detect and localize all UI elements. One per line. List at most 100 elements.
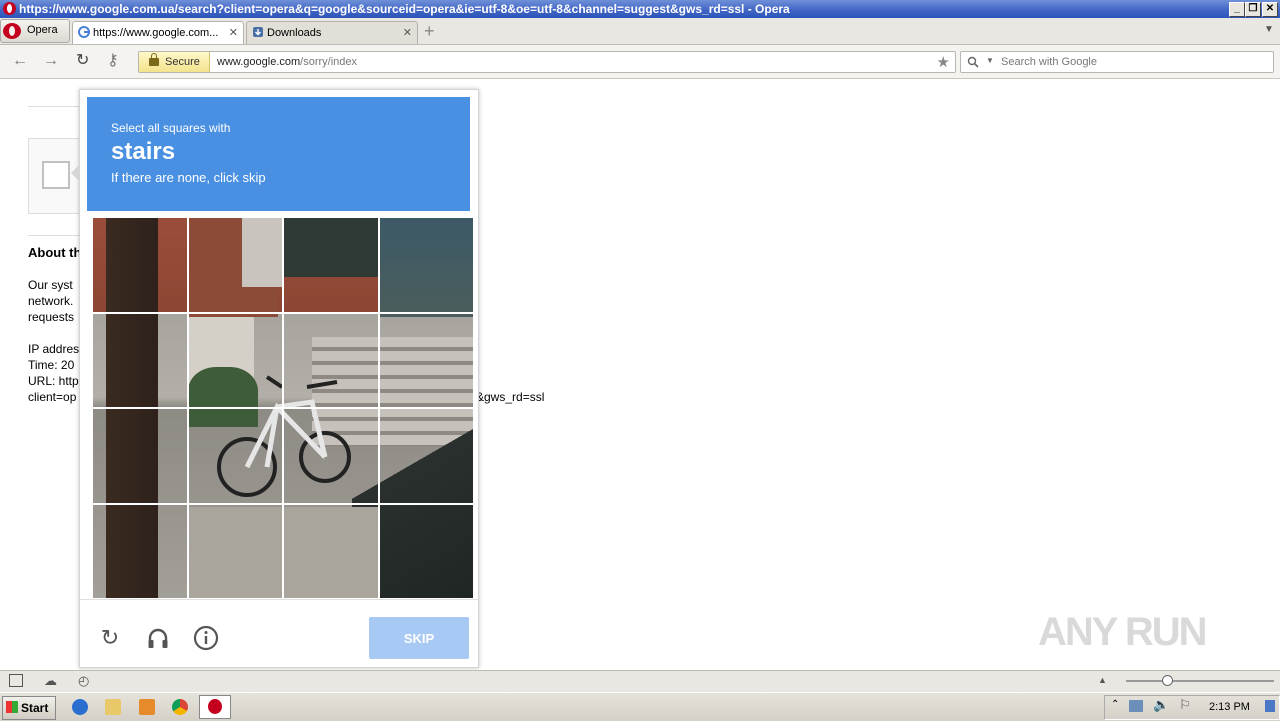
downloads-icon: [253, 27, 263, 37]
windows-taskbar: Start ⌃ 🔈 ⚐ 2:13 PM: [0, 692, 1280, 721]
start-button[interactable]: Start: [2, 696, 56, 720]
page-text-line: Our syst: [28, 278, 73, 292]
captcha-hint: If there are none, click skip: [111, 170, 266, 185]
search-field[interactable]: ▼ Search with Google: [960, 51, 1274, 73]
bookmark-star-icon[interactable]: ★: [937, 53, 950, 71]
skip-button[interactable]: SKIP: [369, 617, 469, 659]
captcha-tile-16[interactable]: [378, 503, 474, 599]
info-icon[interactable]: [193, 625, 219, 651]
url-path: /sorry/index: [300, 56, 358, 68]
audio-challenge-icon[interactable]: [145, 625, 171, 651]
captcha-tile-10[interactable]: [187, 408, 283, 504]
address-field[interactable]: Secure www.google.com/sorry/index ★: [138, 51, 956, 73]
network-icon[interactable]: [1129, 700, 1143, 712]
browser-status-bar: ☁ ◴ ▲: [0, 670, 1280, 693]
captcha-target: stairs: [111, 138, 176, 165]
search-icon: [967, 56, 979, 68]
tab-bar: Opera https://www.google.com... ✕ Downlo…: [0, 18, 1280, 45]
opera-logo-icon: [3, 23, 21, 39]
tab-google[interactable]: https://www.google.com... ✕: [72, 21, 244, 44]
explorer-folder-icon[interactable]: [105, 699, 121, 715]
lock-icon: [149, 53, 159, 66]
close-window-button[interactable]: ✕: [1262, 2, 1278, 17]
captcha-tile-13[interactable]: [92, 503, 188, 599]
volume-icon[interactable]: 🔈: [1153, 697, 1169, 713]
reload-icon[interactable]: ↻: [76, 53, 89, 69]
url-domain: www.google.com: [217, 56, 301, 68]
captcha-instruction: Select all squares with: [111, 121, 231, 135]
captcha-tile-6[interactable]: [187, 312, 283, 408]
zoom-slider[interactable]: [1126, 680, 1274, 682]
captcha-tile-8[interactable]: [378, 312, 474, 408]
key-icon[interactable]: ⚷: [107, 53, 119, 69]
window-title: https://www.google.com.ua/search?client=…: [19, 2, 790, 16]
ip-address-line: IP addres: [28, 342, 80, 356]
captcha-tile-9[interactable]: [92, 408, 188, 504]
secure-badge[interactable]: Secure: [139, 52, 210, 72]
window-titlebar: https://www.google.com.ua/search?client=…: [0, 0, 1280, 18]
anyrun-watermark: ANY RUN: [1038, 610, 1208, 654]
forward-icon[interactable]: →: [43, 53, 59, 69]
captcha-image-grid: [92, 217, 474, 599]
captcha-tile-15[interactable]: [283, 503, 379, 599]
page-divider: [28, 235, 80, 236]
time-line: Time: 20: [28, 358, 75, 372]
close-tab-icon[interactable]: ✕: [403, 26, 412, 39]
maximize-button[interactable]: ❐: [1245, 2, 1261, 17]
opera-unite-cloud-icon[interactable]: ☁: [44, 673, 57, 689]
opera-menu-label: Opera: [27, 24, 58, 36]
chrome-icon[interactable]: [172, 699, 188, 715]
secure-label: Secure: [165, 56, 200, 68]
opera-menu-button[interactable]: Opera: [0, 19, 70, 43]
minimize-button[interactable]: _: [1229, 2, 1245, 17]
page-text-line: requests: [28, 310, 75, 324]
google-favicon-icon: [78, 26, 90, 38]
captcha-tile-3[interactable]: [283, 217, 379, 313]
url-text: www.google.com/sorry/index: [217, 56, 357, 68]
client-line: client=op: [28, 390, 77, 404]
tray-expand-icon[interactable]: ⌃: [1111, 699, 1119, 710]
captcha-tile-2[interactable]: [187, 217, 283, 313]
captcha-tile-7[interactable]: [283, 312, 379, 408]
internet-explorer-icon[interactable]: [72, 699, 88, 715]
captcha-tile-12[interactable]: [378, 408, 474, 504]
dialog-pointer: [71, 164, 80, 182]
captcha-tile-1[interactable]: [92, 217, 188, 313]
tab-downloads[interactable]: Downloads ✕: [246, 21, 418, 44]
opera-taskbar-button[interactable]: [199, 695, 231, 719]
captcha-tile-11[interactable]: [283, 408, 379, 504]
tab-menu-chevron-icon[interactable]: ▼: [1264, 24, 1274, 35]
page-text-line: network.: [28, 294, 74, 308]
tab-label: Downloads: [267, 27, 322, 39]
system-tray: ⌃ 🔈 ⚐ 2:13 PM: [1104, 695, 1280, 720]
opera-icon: [208, 699, 222, 714]
start-label: Start: [21, 701, 49, 715]
about-heading: About th: [28, 245, 82, 260]
windows-logo-icon: [6, 701, 18, 713]
speed-dial-icon[interactable]: ◴: [78, 673, 89, 689]
search-engine-dropdown-icon[interactable]: ▼: [986, 56, 994, 65]
panel-toggle-icon[interactable]: [9, 674, 23, 687]
opera-logo-icon: [3, 2, 16, 15]
captcha-header: Select all squares with stairs If there …: [87, 97, 470, 211]
page-divider: [28, 106, 80, 107]
captcha-tile-4[interactable]: [378, 217, 474, 313]
show-desktop-icon[interactable]: [1265, 700, 1275, 712]
tab-label: https://www.google.com...: [93, 27, 219, 39]
navigation-bar: ← → ↻ ⚷ Secure www.google.com/sorry/inde…: [0, 45, 1280, 79]
search-placeholder: Search with Google: [1001, 56, 1097, 68]
captcha-tile-14[interactable]: [187, 503, 283, 599]
taskbar-clock[interactable]: 2:13 PM: [1209, 701, 1250, 713]
close-tab-icon[interactable]: ✕: [229, 26, 238, 39]
action-center-flag-icon[interactable]: ⚐: [1179, 697, 1191, 713]
zoom-menu-icon[interactable]: ▲: [1098, 675, 1107, 685]
reload-challenge-icon[interactable]: ↻: [97, 625, 123, 651]
captcha-tile-5[interactable]: [92, 312, 188, 408]
captcha-footer: ↻ SKIP: [80, 599, 478, 668]
back-icon[interactable]: ←: [12, 53, 28, 69]
zoom-slider-thumb[interactable]: [1162, 675, 1173, 686]
captcha-challenge-dialog: Select all squares with stairs If there …: [71, 89, 479, 668]
media-player-icon[interactable]: [139, 699, 155, 715]
new-tab-button[interactable]: +: [424, 21, 435, 42]
recaptcha-checkbox[interactable]: [42, 161, 70, 189]
